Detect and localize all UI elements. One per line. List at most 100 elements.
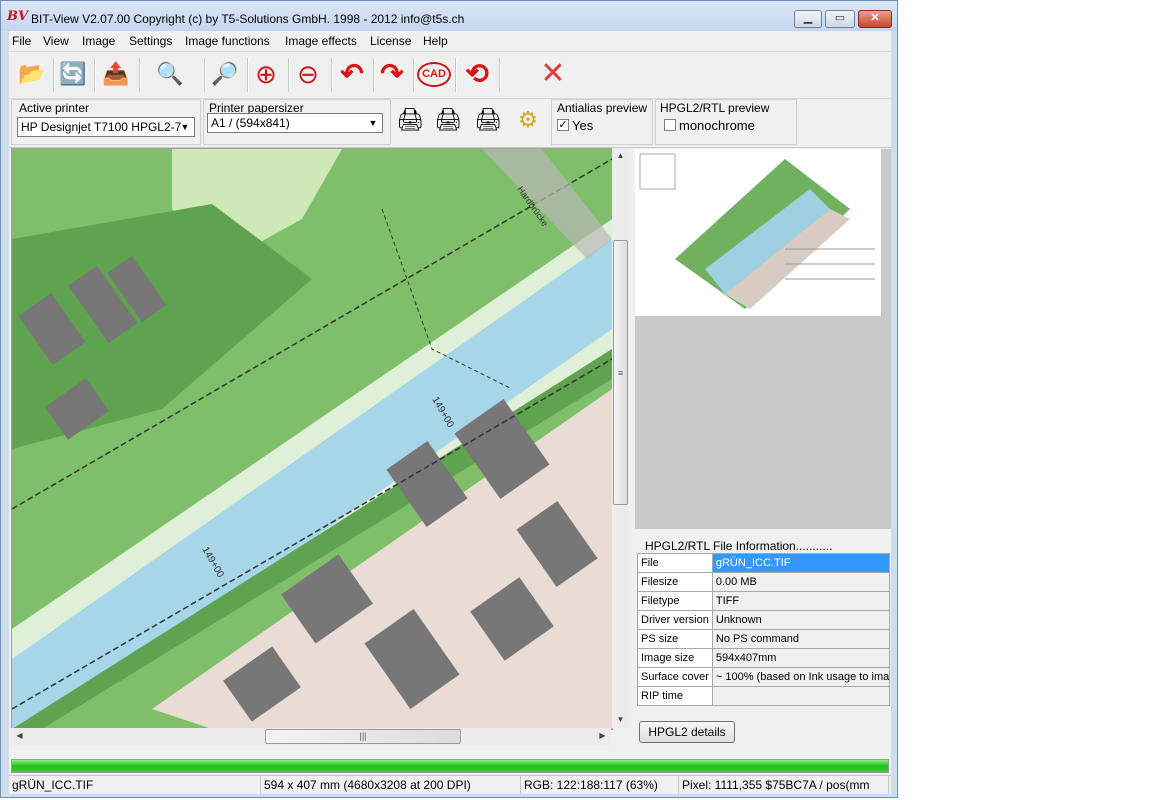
info-key: Image size [637, 648, 713, 668]
table-row[interactable]: Driver version Unknown [637, 610, 890, 630]
active-printer-select[interactable]: HP Designjet T7100 HPGL2-7 ▼ [17, 117, 195, 137]
checkmark-icon: ✓ [558, 119, 568, 131]
printer-icon: 🖨 [434, 107, 462, 132]
close-window-button[interactable]: ✕ [858, 10, 892, 28]
rotate-right-button[interactable]: ↷ [375, 57, 409, 91]
table-row[interactable]: RIP time [637, 686, 890, 706]
preview-icon: 🔎 [211, 61, 239, 86]
info-key: Surface cover [637, 667, 713, 687]
file-info-table: File gRÜN_ICC.TIF Filesize 0.00 MB Filety… [637, 553, 890, 706]
minimize-button[interactable]: ▁ [794, 10, 822, 28]
table-row[interactable]: Surface cover ~ 100% (based on Ink usage … [637, 667, 890, 687]
antialias-option-label: Yes [572, 118, 594, 133]
printer-setup-icon: 🖨 [396, 107, 424, 132]
info-value: gRÜN_ICC.TIF [711, 553, 890, 573]
zoom-out-button[interactable]: ⊖ [291, 57, 325, 91]
info-key: PS size [637, 629, 713, 649]
preview-button[interactable]: 🔎 [208, 57, 242, 91]
horizontal-scrollbar[interactable]: ◀ ||| ▶ [11, 728, 611, 745]
active-printer-label: Active printer [19, 101, 90, 115]
open-button[interactable]: 📂 [15, 57, 49, 91]
export-button[interactable]: 📤 [99, 57, 133, 91]
toolbar-separator [499, 58, 501, 92]
print-preview-button[interactable]: 🖨 [471, 103, 505, 137]
zoom-in-button[interactable]: ⊕ [249, 57, 283, 91]
horizontal-scroll-thumb[interactable]: ||| [265, 729, 461, 744]
thumbnail-map [635, 149, 881, 316]
refresh-icon: 🔄 [59, 61, 87, 86]
table-row[interactable]: PS size No PS command [637, 629, 890, 649]
open-folder-icon: 📂 [18, 61, 46, 86]
rotate-left-button[interactable]: ↶ [335, 57, 369, 91]
papersize-select[interactable]: A1 / (594x841) ▼ [207, 113, 383, 133]
vertical-scrollbar[interactable]: ▲ ≡ ▼ [612, 148, 629, 728]
maximize-icon: ▭ [834, 12, 846, 24]
title-bar[interactable]: BV BIT-View V2.07.00 Copyright (c) by T5… [1, 1, 897, 31]
menu-help[interactable]: Help [423, 34, 448, 48]
image-canvas[interactable]: 149+00 149+00 Hardbrücke [11, 148, 613, 730]
antialias-label: Antialias preview [557, 101, 648, 115]
scroll-up-icon[interactable]: ▲ [612, 151, 629, 160]
papersize-value: A1 / (594x841) [211, 116, 290, 130]
close-icon: ✕ [540, 57, 566, 90]
hpgl-preview-label: HPGL2/RTL preview [660, 101, 770, 115]
rotate-180-button[interactable]: ⟲ [460, 57, 494, 91]
active-printer-value: HP Designjet T7100 HPGL2-7 [21, 120, 182, 134]
zoom-out-icon: ⊖ [297, 59, 319, 89]
table-row[interactable]: Filesize 0.00 MB [637, 572, 890, 592]
toolbar-separator [139, 58, 141, 92]
monochrome-checkbox[interactable] [664, 119, 676, 131]
rotate-right-icon: ↷ [380, 58, 404, 89]
menu-license[interactable]: License [370, 34, 411, 48]
hpgl2-details-button[interactable]: HPGL2 details [639, 721, 735, 743]
print-button[interactable]: 🖨 [431, 103, 465, 137]
cad-button[interactable]: CAD [417, 57, 451, 91]
info-value: Unknown [711, 610, 890, 630]
info-value: No PS command [711, 629, 890, 649]
table-row[interactable]: Filetype TIFF [637, 591, 890, 611]
rotate-180-icon: ⟲ [465, 58, 489, 89]
print-settings-button[interactable]: ⚙ [511, 103, 545, 137]
menu-image-effects[interactable]: Image effects [285, 34, 357, 48]
refresh-button[interactable]: 🔄 [56, 57, 90, 91]
export-icon: 📤 [102, 61, 130, 86]
menu-settings[interactable]: Settings [129, 34, 172, 48]
toolbar-separator [53, 58, 55, 92]
status-pixel: Pixel: 1111,355 $75BC7A / pos(mm [679, 776, 889, 794]
close-icon: ✕ [870, 12, 880, 24]
scroll-left-icon[interactable]: ◀ [11, 731, 28, 740]
antialias-checkbox[interactable]: ✓ [557, 119, 569, 131]
maximize-button[interactable]: ▭ [825, 10, 855, 28]
vertical-scroll-thumb[interactable]: ≡ [613, 240, 628, 505]
toolbar-separator [331, 58, 333, 92]
app-logo-icon: BV [7, 9, 29, 24]
rotate-left-icon: ↶ [340, 58, 364, 89]
info-value: TIFF [711, 591, 890, 611]
thumbnail-panel [635, 149, 891, 529]
close-file-button[interactable]: ✕ [536, 57, 570, 91]
options-bar: Active printer HP Designjet T7100 HPGL2-… [9, 99, 891, 148]
print-setup-button[interactable]: 🖨 [393, 103, 427, 137]
gear-icon: ⚙ [518, 107, 538, 132]
menu-image-functions[interactable]: Image functions [185, 34, 270, 48]
scroll-down-icon[interactable]: ▼ [612, 715, 629, 724]
menu-view[interactable]: View [43, 34, 69, 48]
chevron-down-icon: ▼ [180, 122, 190, 132]
progress-bar-fill [12, 760, 888, 772]
info-key: Filetype [637, 591, 713, 611]
thumbnail-image[interactable] [635, 149, 881, 316]
search-button[interactable]: 🔍 [153, 57, 187, 91]
scroll-right-icon[interactable]: ▶ [594, 731, 611, 740]
info-value: 0.00 MB [711, 572, 890, 592]
file-info-title: HPGL2/RTL File Information........... [645, 539, 833, 553]
menu-file[interactable]: File [12, 34, 31, 48]
info-key: RIP time [637, 686, 713, 706]
toolbar-separator [455, 58, 457, 92]
table-row[interactable]: File gRÜN_ICC.TIF [637, 553, 890, 573]
table-row[interactable]: Image size 594x407mm [637, 648, 890, 668]
file-info-panel: HPGL2/RTL File Information........... Fi… [635, 529, 891, 745]
menu-image[interactable]: Image [82, 34, 115, 48]
info-value: ~ 100% (based on Ink usage to image [711, 667, 890, 687]
status-bar: gRÜN_ICC.TIF 594 x 407 mm (4680x3208 at … [9, 775, 891, 794]
window-title: BIT-View V2.07.00 Copyright (c) by T5-So… [31, 12, 465, 26]
